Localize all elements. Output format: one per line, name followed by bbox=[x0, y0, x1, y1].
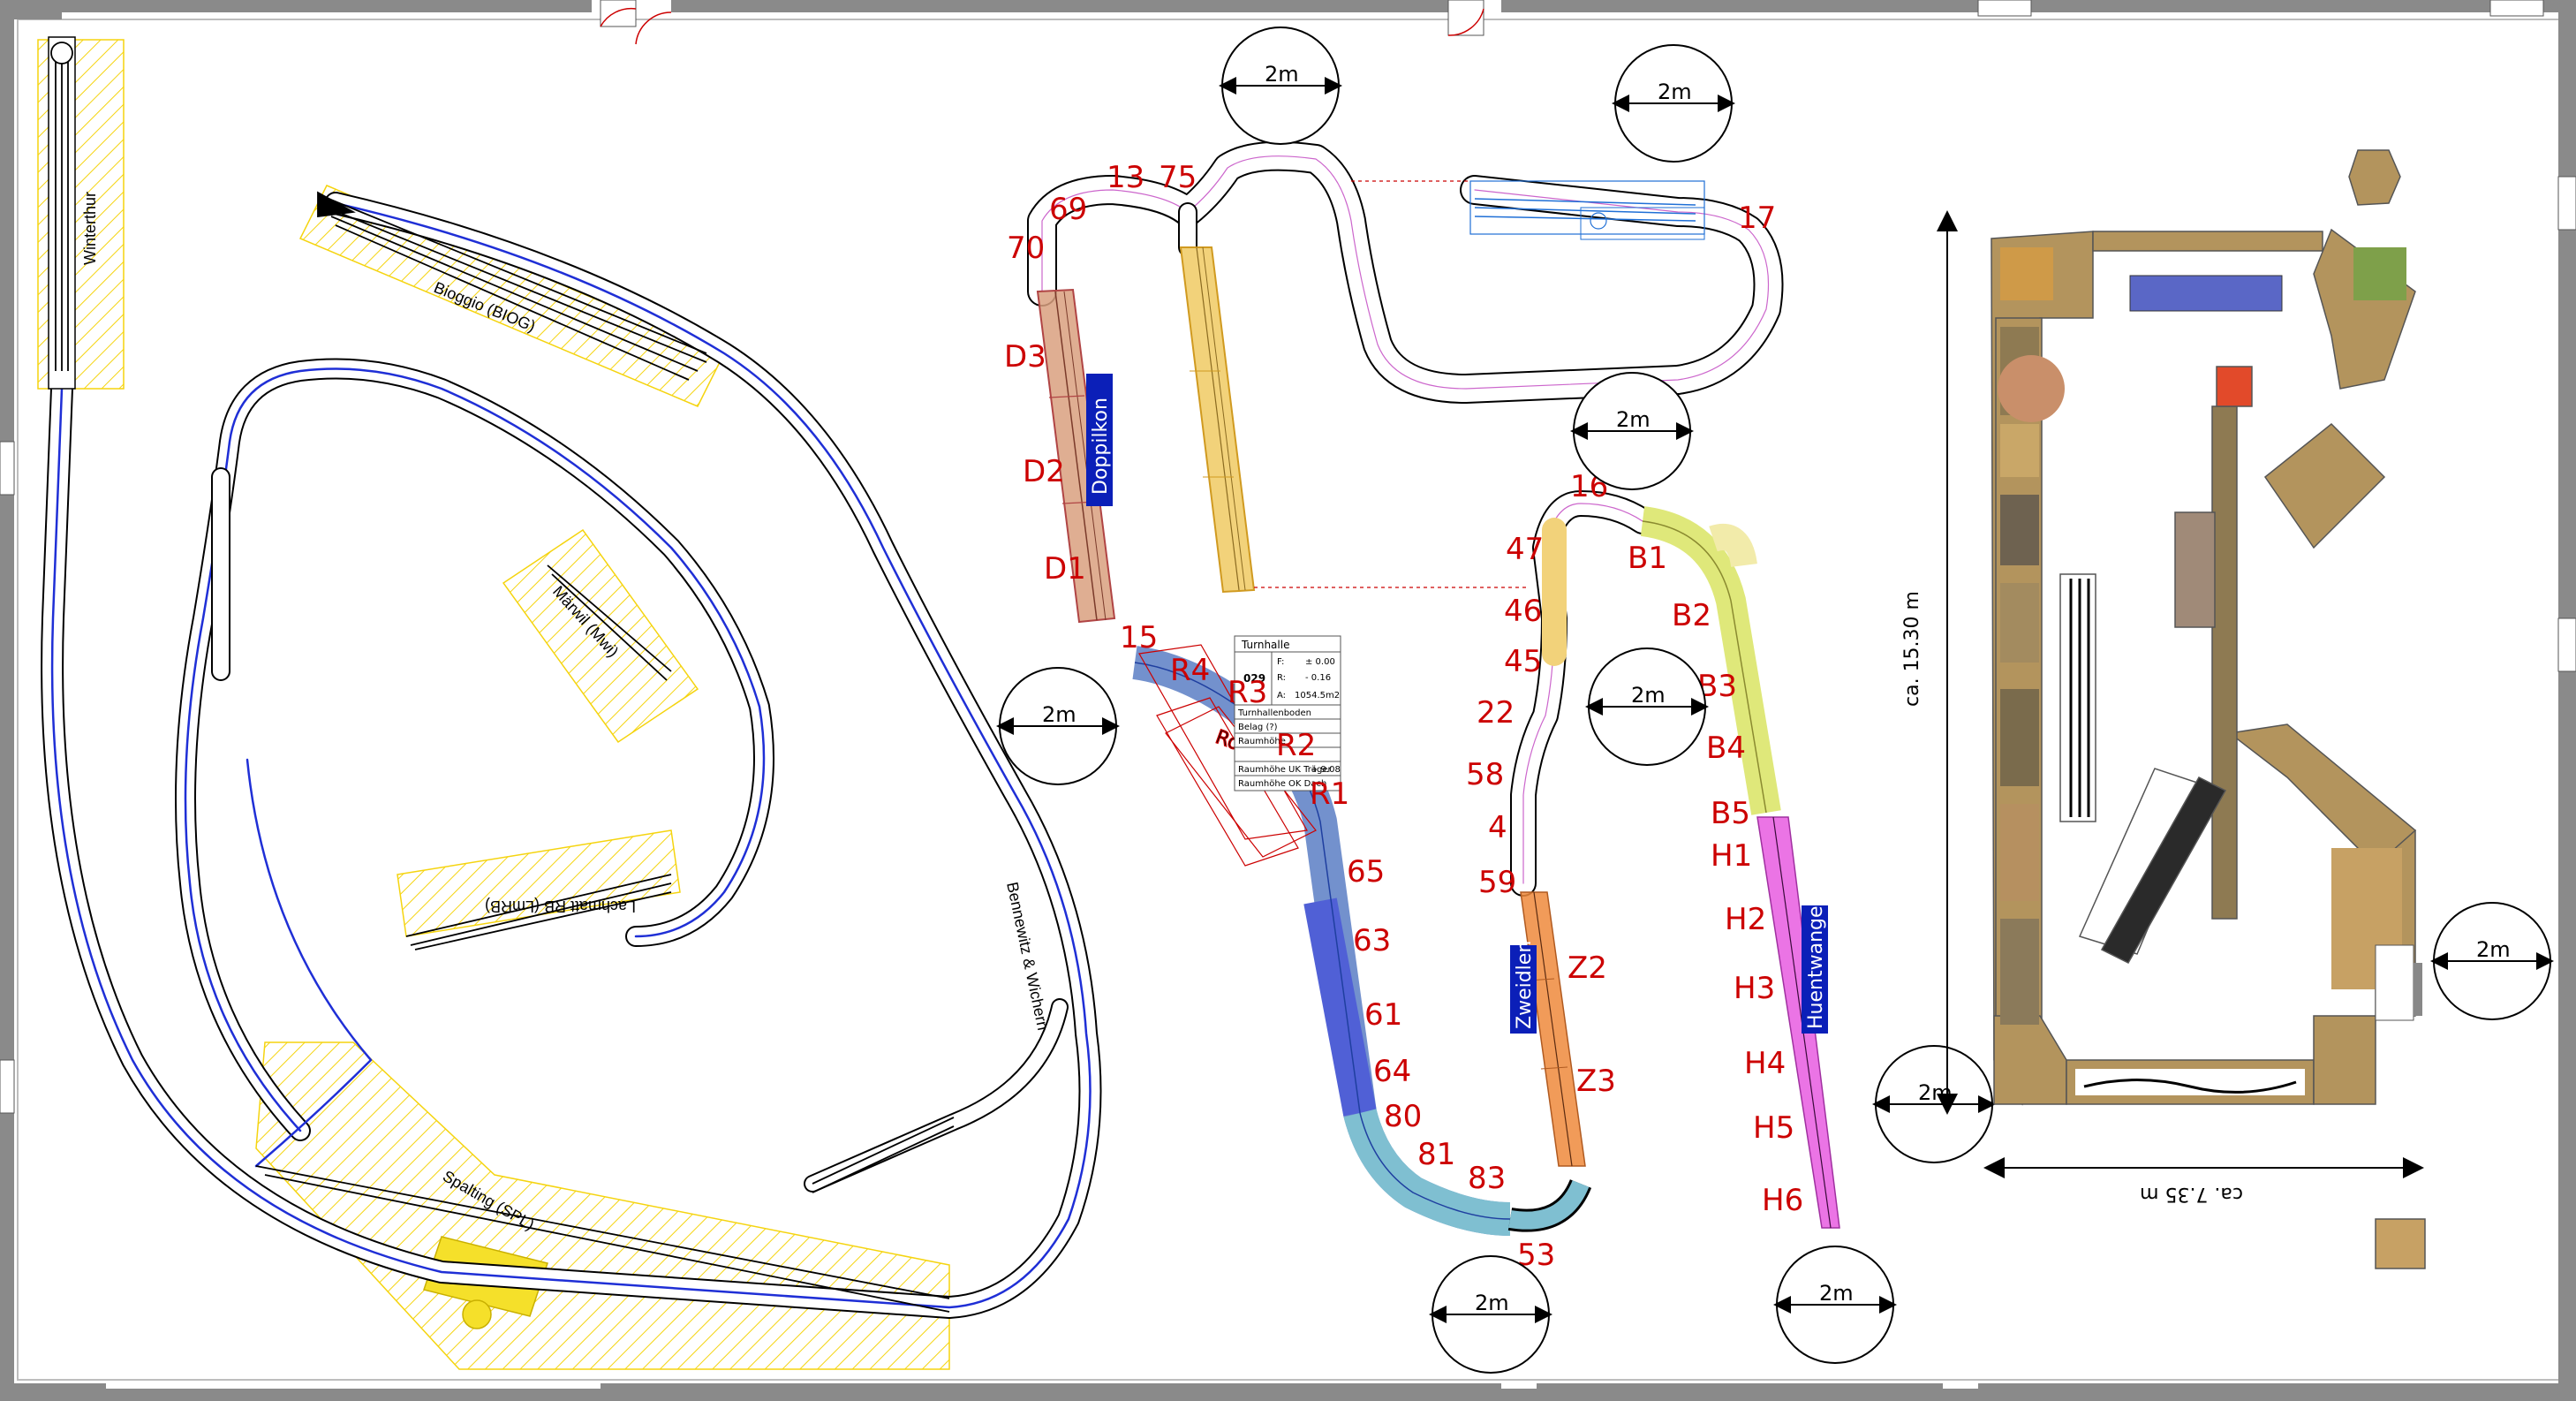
module-58: 58 bbox=[1466, 757, 1504, 792]
module-r1: R1 bbox=[1310, 776, 1349, 812]
module-h3: H3 bbox=[1734, 971, 1775, 1006]
module-15: 15 bbox=[1120, 620, 1158, 655]
module-h5: H5 bbox=[1753, 1110, 1794, 1146]
turnhalle-f: F: bbox=[1277, 657, 1284, 667]
module-47: 47 bbox=[1506, 532, 1544, 567]
circle-2: 2m bbox=[1612, 44, 1735, 163]
turnhalle-table: Turnhalle 029 F: ± 0.00 R: - 0.16 A: 105… bbox=[1234, 635, 1341, 791]
module-d3: D3 bbox=[1004, 339, 1046, 375]
circle-3: 2m bbox=[1570, 372, 1694, 490]
module-61: 61 bbox=[1364, 997, 1402, 1033]
module-70: 70 bbox=[1007, 231, 1045, 266]
module-17: 17 bbox=[1738, 201, 1776, 236]
module-z2: Z2 bbox=[1568, 950, 1607, 986]
turnhalle-r: R: bbox=[1277, 673, 1286, 683]
module-b4: B4 bbox=[1706, 731, 1746, 766]
module-h1: H1 bbox=[1711, 838, 1752, 874]
module-59: 59 bbox=[1478, 865, 1516, 900]
station-lachmatt: Lachmatt RB (LmRB) bbox=[485, 897, 636, 915]
module-69: 69 bbox=[1049, 192, 1087, 227]
circle-9: 2m bbox=[2430, 902, 2554, 1020]
module-h6: H6 bbox=[1762, 1183, 1803, 1218]
circle-1-label: 2m bbox=[1265, 62, 1299, 87]
module-z3: Z3 bbox=[1576, 1064, 1616, 1099]
circle-6-label: 2m bbox=[1475, 1291, 1509, 1315]
module-h2: H2 bbox=[1725, 902, 1766, 937]
module-b2: B2 bbox=[1672, 598, 1711, 633]
label-huentwangen: Huentwangen bbox=[1805, 894, 1827, 1029]
turnhalle-f-val: ± 0.00 bbox=[1305, 657, 1335, 667]
module-83: 83 bbox=[1468, 1161, 1506, 1196]
module-63: 63 bbox=[1353, 923, 1391, 958]
turnhalle-title: Turnhalle bbox=[1241, 639, 1289, 651]
module-45: 45 bbox=[1504, 644, 1542, 679]
module-80: 80 bbox=[1384, 1099, 1422, 1134]
turnhalle-area: 1054.5m2 bbox=[1295, 691, 1340, 700]
circle-9-label: 2m bbox=[2476, 937, 2511, 962]
circle-5-label: 2m bbox=[1631, 683, 1666, 708]
module-d2: D2 bbox=[1023, 454, 1065, 489]
station-winterthur: Winterthur bbox=[81, 192, 99, 265]
module-4: 4 bbox=[1488, 810, 1507, 845]
circle-7: 2m bbox=[1773, 1246, 1897, 1364]
turnhalle-row4-val: + 9.08 bbox=[1311, 765, 1341, 775]
module-64: 64 bbox=[1373, 1054, 1411, 1089]
module-r4: R4 bbox=[1170, 653, 1210, 688]
turnhalle-row2: Belag (?) bbox=[1238, 723, 1278, 732]
module-13: 13 bbox=[1107, 160, 1144, 195]
circle-1: 2m bbox=[1219, 27, 1342, 145]
circle-6: 2m bbox=[1429, 1255, 1552, 1374]
module-r2: R2 bbox=[1276, 728, 1316, 763]
module-22: 22 bbox=[1477, 695, 1515, 731]
circle-3-label: 2m bbox=[1616, 407, 1651, 432]
layout-plan: Winterthur Bioggio (BIOG) Märwil (Mwi) L… bbox=[0, 0, 2576, 1401]
module-65: 65 bbox=[1347, 854, 1385, 890]
turnhalle-area-key: A: bbox=[1277, 691, 1286, 700]
module-46: 46 bbox=[1504, 594, 1542, 629]
dim-horizontal: ca. 7.35 m bbox=[2140, 1183, 2243, 1205]
circle-8: 2m bbox=[1872, 1045, 1996, 1163]
circle-4: 2m bbox=[996, 667, 1120, 785]
label-zweidlen: Zweidlen bbox=[1514, 941, 1536, 1029]
turnhalle-r-val: - 0.16 bbox=[1305, 673, 1331, 683]
dim-vertical: ca. 15.30 m bbox=[1901, 591, 1923, 707]
circle-4-label: 2m bbox=[1042, 702, 1076, 727]
module-75: 75 bbox=[1159, 160, 1197, 195]
module-h4: H4 bbox=[1744, 1046, 1786, 1081]
module-81: 81 bbox=[1417, 1137, 1455, 1172]
module-d1: D1 bbox=[1044, 551, 1086, 587]
module-b1: B1 bbox=[1628, 541, 1667, 576]
module-r3: R3 bbox=[1228, 675, 1267, 710]
label-doppilkon: Doppilkon bbox=[1090, 398, 1112, 495]
circle-2-label: 2m bbox=[1658, 80, 1692, 104]
circle-5: 2m bbox=[1585, 647, 1709, 766]
circle-7-label: 2m bbox=[1819, 1281, 1854, 1306]
module-b5: B5 bbox=[1711, 796, 1750, 831]
